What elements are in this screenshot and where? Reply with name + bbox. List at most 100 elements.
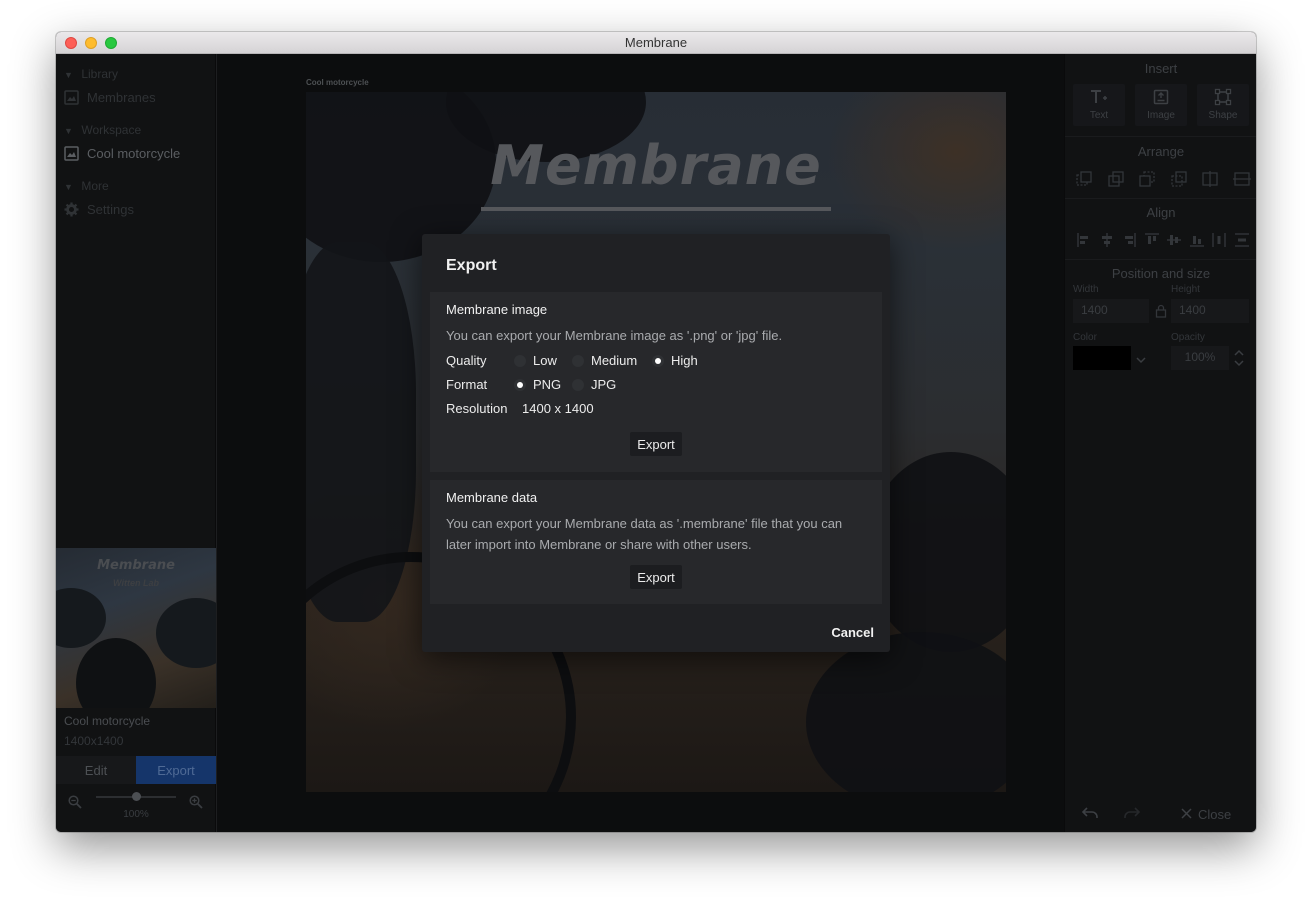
- opacity-input[interactable]: 100%: [1171, 346, 1229, 370]
- more-header[interactable]: ▼ More: [64, 179, 109, 193]
- flip-vertical-icon[interactable]: [1232, 170, 1251, 188]
- export-data-button[interactable]: Export: [630, 565, 682, 589]
- distribute-horizontal-icon[interactable]: [1210, 231, 1228, 249]
- radio-indicator-selected: [514, 378, 526, 391]
- undo-icon[interactable]: [1081, 806, 1099, 825]
- window-title: Membrane: [624, 35, 688, 50]
- radio-indicator-selected: [652, 354, 664, 367]
- insert-shape-button[interactable]: Shape: [1197, 84, 1249, 126]
- distribute-vertical-icon[interactable]: [1233, 231, 1251, 249]
- send-to-back-icon[interactable]: [1170, 170, 1188, 188]
- resolution-label: Resolution: [446, 401, 508, 416]
- opacity-label: Opacity: [1171, 332, 1205, 343]
- height-label: Height: [1171, 284, 1200, 295]
- close-icon: [1181, 807, 1192, 822]
- gear-icon: [64, 202, 79, 217]
- bring-forward-icon[interactable]: [1107, 170, 1125, 188]
- align-left-icon[interactable]: [1075, 231, 1093, 249]
- format-jpg-radio[interactable]: JPG: [572, 377, 616, 392]
- align-toolbar: [1075, 231, 1251, 249]
- library-header[interactable]: ▼ Library: [64, 67, 118, 81]
- width-input[interactable]: 1400: [1073, 299, 1149, 323]
- divider: [1065, 136, 1256, 137]
- thumb-subtitle: Witten Lab: [113, 578, 159, 588]
- sidebar: ▼ Library Membranes ▼ Workspace Cool mot…: [56, 54, 216, 832]
- panel-footer: Close: [1065, 794, 1256, 832]
- title-bar: Membrane: [56, 32, 1256, 54]
- color-swatch[interactable]: [1073, 346, 1131, 370]
- arrange-header: Arrange: [1137, 144, 1185, 159]
- width-label: Width: [1073, 284, 1099, 295]
- quality-high-radio[interactable]: High: [652, 353, 698, 368]
- sidebar-item-settings[interactable]: Settings: [64, 202, 134, 217]
- document-label: Cool motorcycle: [306, 78, 369, 87]
- thumb-title: Membrane: [97, 558, 175, 573]
- arrange-toolbar: [1075, 170, 1251, 188]
- image-icon: [1153, 88, 1169, 106]
- image-icon: [64, 146, 79, 161]
- shape-icon: [1214, 88, 1232, 106]
- zoom-slider-thumb[interactable]: [131, 792, 141, 801]
- thumb-palm: [156, 598, 216, 668]
- workspace-header[interactable]: ▼ Workspace: [64, 123, 141, 137]
- image-section-title: Membrane image: [446, 302, 548, 317]
- align-header: Align: [1146, 205, 1176, 220]
- format-png-radio[interactable]: PNG: [514, 377, 561, 392]
- insert-text-button[interactable]: Text: [1073, 84, 1125, 126]
- radio-indicator: [514, 354, 526, 367]
- export-dialog: Export Membrane image You can export you…: [422, 234, 890, 652]
- color-label: Color: [1073, 332, 1097, 343]
- quality-low-radio[interactable]: Low: [514, 353, 557, 368]
- app-window: Membrane ▼ Library Membranes ▼ Workspace…: [56, 32, 1256, 832]
- image-export-card: Membrane image You can export your Membr…: [430, 292, 882, 472]
- height-input[interactable]: 1400: [1171, 299, 1249, 323]
- radio-indicator: [572, 354, 584, 367]
- divider: [1065, 198, 1256, 199]
- chevron-down-icon[interactable]: [1135, 352, 1147, 370]
- quality-label: Quality: [446, 353, 487, 368]
- palm-tree: [806, 632, 1006, 792]
- divider: [1065, 259, 1256, 260]
- thumb-palm: [56, 588, 106, 648]
- align-middle-icon[interactable]: [1165, 231, 1183, 249]
- document-thumbnail[interactable]: Membrane Witten Lab: [56, 548, 216, 708]
- zoom-in-icon[interactable]: [189, 795, 203, 809]
- edit-tab[interactable]: Edit: [56, 756, 136, 784]
- document-size: 1400x1400: [64, 734, 124, 748]
- align-bottom-icon[interactable]: [1188, 231, 1206, 249]
- flip-horizontal-icon[interactable]: [1201, 170, 1219, 188]
- chevron-down-icon: ▼: [64, 70, 73, 80]
- quality-medium-radio[interactable]: Medium: [572, 353, 637, 368]
- chevron-down-icon: ▼: [64, 182, 73, 192]
- dialog-title: Export: [446, 257, 497, 274]
- resolution-value: 1400 x 1400: [522, 401, 594, 416]
- stepper-icon[interactable]: [1233, 348, 1245, 373]
- sidebar-item-membranes[interactable]: Membranes: [64, 90, 156, 105]
- redo-icon[interactable]: [1123, 806, 1141, 825]
- chevron-down-icon: ▼: [64, 126, 73, 136]
- cancel-button[interactable]: Cancel: [831, 625, 874, 640]
- insert-header: Insert: [1144, 61, 1178, 76]
- align-center-icon[interactable]: [1098, 231, 1116, 249]
- zoom-out-icon[interactable]: [68, 795, 82, 809]
- export-tab[interactable]: Export: [136, 756, 216, 784]
- bring-to-front-icon[interactable]: [1075, 170, 1093, 188]
- format-label: Format: [446, 377, 488, 392]
- sidebar-item-cool-motorcycle[interactable]: Cool motorcycle: [64, 146, 180, 161]
- thumb-motorcycle: [76, 638, 156, 708]
- align-top-icon[interactable]: [1143, 231, 1161, 249]
- lock-icon[interactable]: [1155, 304, 1167, 323]
- data-section-title: Membrane data: [446, 490, 538, 505]
- canvas-title-underline[interactable]: [481, 207, 831, 211]
- text-icon: [1090, 88, 1108, 106]
- export-image-button[interactable]: Export: [630, 432, 682, 456]
- send-backward-icon[interactable]: [1138, 170, 1156, 188]
- radio-indicator: [572, 378, 584, 391]
- data-section-description: You can export your Membrane data as '.m…: [446, 516, 843, 552]
- insert-image-button[interactable]: Image: [1135, 84, 1187, 126]
- close-button[interactable]: Close: [1181, 802, 1231, 826]
- document-name: Cool motorcycle: [64, 714, 151, 728]
- align-right-icon[interactable]: [1120, 231, 1138, 249]
- canvas-title-text[interactable]: Membrane: [306, 134, 1006, 197]
- image-section-description: You can export your Membrane image as '.…: [446, 328, 783, 343]
